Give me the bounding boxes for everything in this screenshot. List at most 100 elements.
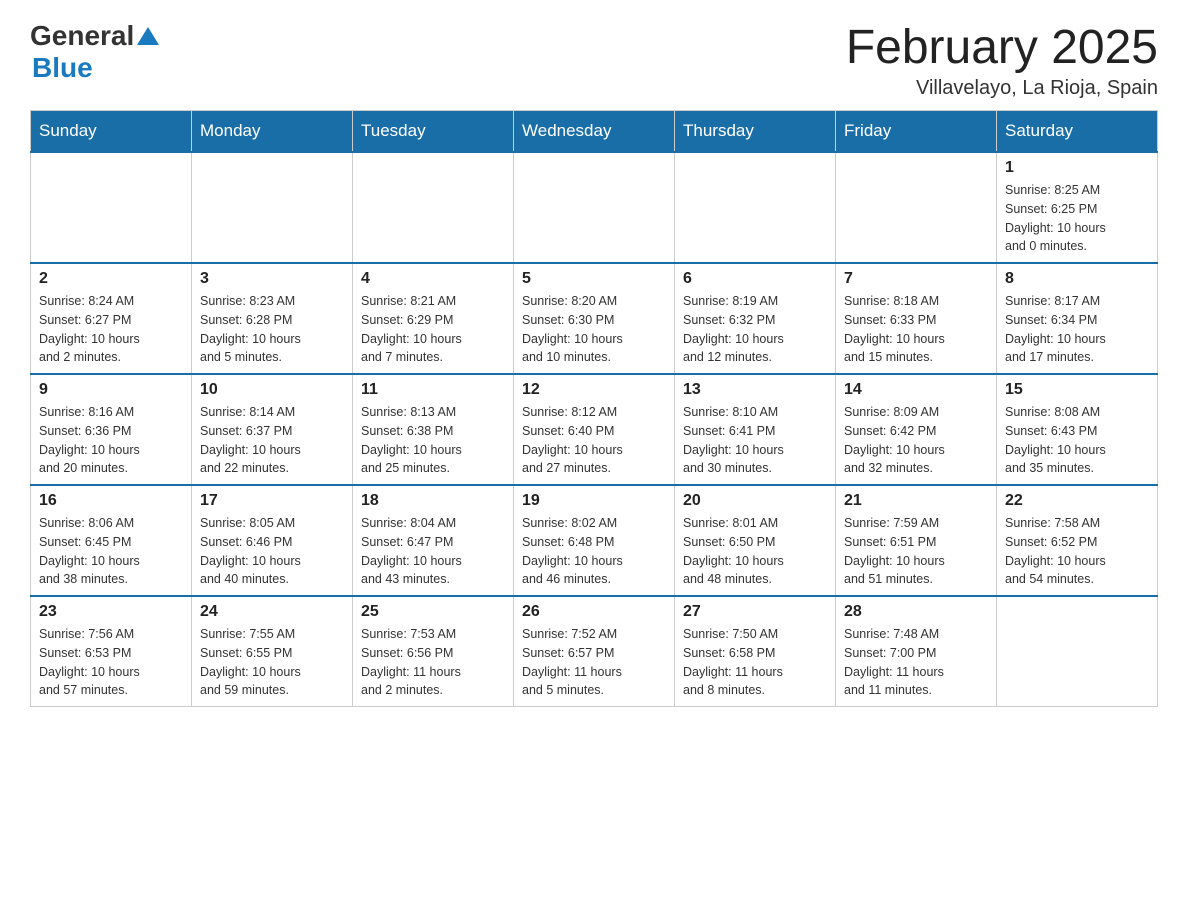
calendar-cell: 13 Sunrise: 8:10 AMSunset: 6:41 PMDayligh… xyxy=(675,374,836,485)
day-info: Sunrise: 7:50 AMSunset: 6:58 PMDaylight:… xyxy=(683,625,827,700)
day-info: Sunrise: 8:10 AMSunset: 6:41 PMDaylight:… xyxy=(683,403,827,478)
day-number: 20 xyxy=(683,492,827,510)
calendar-table: SundayMondayTuesdayWednesdayThursdayFrid… xyxy=(30,110,1158,707)
day-info: Sunrise: 8:12 AMSunset: 6:40 PMDaylight:… xyxy=(522,403,666,478)
calendar-header-row: SundayMondayTuesdayWednesdayThursdayFrid… xyxy=(31,111,1158,153)
calendar-cell: 11 Sunrise: 8:13 AMSunset: 6:38 PMDayligh… xyxy=(353,374,514,485)
calendar-week-4: 16Sunrise: 8:06 AMSunset: 6:45 PMDayligh… xyxy=(31,485,1158,596)
calendar-cell: 17 Sunrise: 8:05 AMSunset: 6:46 PMDayligh… xyxy=(192,485,353,596)
calendar-cell: 6 Sunrise: 8:19 AMSunset: 6:32 PMDaylight… xyxy=(675,263,836,374)
day-number: 6 xyxy=(683,270,827,288)
calendar-cell xyxy=(997,596,1158,707)
calendar-cell: 12Sunrise: 8:12 AMSunset: 6:40 PMDayligh… xyxy=(514,374,675,485)
logo-general-text: General xyxy=(30,20,134,52)
day-info: Sunrise: 8:16 AMSunset: 6:36 PMDaylight:… xyxy=(39,403,183,478)
day-info: Sunrise: 7:53 AMSunset: 6:56 PMDaylight:… xyxy=(361,625,505,700)
day-number: 23 xyxy=(39,603,183,621)
calendar-cell xyxy=(675,152,836,263)
weekday-header-tuesday: Tuesday xyxy=(353,111,514,153)
day-number: 2 xyxy=(39,270,183,288)
weekday-header-friday: Friday xyxy=(836,111,997,153)
day-info: Sunrise: 8:21 AMSunset: 6:29 PMDaylight:… xyxy=(361,292,505,367)
calendar-week-3: 9 Sunrise: 8:16 AMSunset: 6:36 PMDaylight… xyxy=(31,374,1158,485)
weekday-header-saturday: Saturday xyxy=(997,111,1158,153)
weekday-header-thursday: Thursday xyxy=(675,111,836,153)
day-info: Sunrise: 8:04 AMSunset: 6:47 PMDaylight:… xyxy=(361,514,505,589)
day-number: 19 xyxy=(522,492,666,510)
calendar-cell: 21Sunrise: 7:59 AMSunset: 6:51 PMDayligh… xyxy=(836,485,997,596)
calendar-cell: 18 Sunrise: 8:04 AMSunset: 6:47 PMDayligh… xyxy=(353,485,514,596)
calendar-cell: 8 Sunrise: 8:17 AMSunset: 6:34 PMDaylight… xyxy=(997,263,1158,374)
day-number: 1 xyxy=(1005,159,1149,177)
month-title: February 2025 xyxy=(846,20,1158,75)
title-block: February 2025 Villavelayo, La Rioja, Spa… xyxy=(846,20,1158,100)
day-number: 8 xyxy=(1005,270,1149,288)
day-number: 24 xyxy=(200,603,344,621)
day-info: Sunrise: 8:09 AMSunset: 6:42 PMDaylight:… xyxy=(844,403,988,478)
day-number: 5 xyxy=(522,270,666,288)
calendar-cell: 15 Sunrise: 8:08 AMSunset: 6:43 PMDayligh… xyxy=(997,374,1158,485)
day-info: Sunrise: 7:48 AMSunset: 7:00 PMDaylight:… xyxy=(844,625,988,700)
day-info: Sunrise: 7:55 AMSunset: 6:55 PMDaylight:… xyxy=(200,625,344,700)
calendar-cell: 25Sunrise: 7:53 AMSunset: 6:56 PMDayligh… xyxy=(353,596,514,707)
day-info: Sunrise: 8:08 AMSunset: 6:43 PMDaylight:… xyxy=(1005,403,1149,478)
calendar-cell xyxy=(836,152,997,263)
day-info: Sunrise: 8:01 AMSunset: 6:50 PMDaylight:… xyxy=(683,514,827,589)
day-number: 13 xyxy=(683,381,827,399)
day-info: Sunrise: 8:24 AMSunset: 6:27 PMDaylight:… xyxy=(39,292,183,367)
day-info: Sunrise: 8:05 AMSunset: 6:46 PMDaylight:… xyxy=(200,514,344,589)
logo-blue-text: Blue xyxy=(32,52,93,84)
calendar-week-1: 1 Sunrise: 8:25 AMSunset: 6:25 PMDaylight… xyxy=(31,152,1158,263)
page-header: General Blue February 2025 Villavelayo, … xyxy=(30,20,1158,100)
day-info: Sunrise: 7:56 AMSunset: 6:53 PMDaylight:… xyxy=(39,625,183,700)
weekday-header-wednesday: Wednesday xyxy=(514,111,675,153)
day-number: 9 xyxy=(39,381,183,399)
calendar-cell: 22Sunrise: 7:58 AMSunset: 6:52 PMDayligh… xyxy=(997,485,1158,596)
calendar-cell: 9 Sunrise: 8:16 AMSunset: 6:36 PMDaylight… xyxy=(31,374,192,485)
day-info: Sunrise: 8:02 AMSunset: 6:48 PMDaylight:… xyxy=(522,514,666,589)
day-number: 27 xyxy=(683,603,827,621)
calendar-cell: 5 Sunrise: 8:20 AMSunset: 6:30 PMDaylight… xyxy=(514,263,675,374)
logo: General Blue xyxy=(30,20,159,84)
logo-triangle-icon xyxy=(137,27,159,45)
day-info: Sunrise: 8:19 AMSunset: 6:32 PMDaylight:… xyxy=(683,292,827,367)
calendar-cell xyxy=(353,152,514,263)
calendar-cell: 3 Sunrise: 8:23 AMSunset: 6:28 PMDaylight… xyxy=(192,263,353,374)
day-info: Sunrise: 8:17 AMSunset: 6:34 PMDaylight:… xyxy=(1005,292,1149,367)
calendar-cell: 28 Sunrise: 7:48 AMSunset: 7:00 PMDayligh… xyxy=(836,596,997,707)
calendar-cell: 7Sunrise: 8:18 AMSunset: 6:33 PMDaylight… xyxy=(836,263,997,374)
day-number: 22 xyxy=(1005,492,1149,510)
calendar-cell: 19 Sunrise: 8:02 AMSunset: 6:48 PMDayligh… xyxy=(514,485,675,596)
location-subtitle: Villavelayo, La Rioja, Spain xyxy=(846,77,1158,100)
day-info: Sunrise: 8:25 AMSunset: 6:25 PMDaylight:… xyxy=(1005,181,1149,256)
calendar-cell: 24 Sunrise: 7:55 AMSunset: 6:55 PMDayligh… xyxy=(192,596,353,707)
day-info: Sunrise: 8:20 AMSunset: 6:30 PMDaylight:… xyxy=(522,292,666,367)
weekday-header-sunday: Sunday xyxy=(31,111,192,153)
calendar-cell: 20 Sunrise: 8:01 AMSunset: 6:50 PMDayligh… xyxy=(675,485,836,596)
day-number: 10 xyxy=(200,381,344,399)
calendar-cell: 14 Sunrise: 8:09 AMSunset: 6:42 PMDayligh… xyxy=(836,374,997,485)
calendar-week-5: 23 Sunrise: 7:56 AMSunset: 6:53 PMDayligh… xyxy=(31,596,1158,707)
day-number: 15 xyxy=(1005,381,1149,399)
day-number: 3 xyxy=(200,270,344,288)
day-info: Sunrise: 7:52 AMSunset: 6:57 PMDaylight:… xyxy=(522,625,666,700)
calendar-cell xyxy=(31,152,192,263)
calendar-cell xyxy=(192,152,353,263)
calendar-cell xyxy=(514,152,675,263)
day-info: Sunrise: 8:18 AMSunset: 6:33 PMDaylight:… xyxy=(844,292,988,367)
day-number: 16 xyxy=(39,492,183,510)
weekday-header-monday: Monday xyxy=(192,111,353,153)
day-info: Sunrise: 8:13 AMSunset: 6:38 PMDaylight:… xyxy=(361,403,505,478)
day-number: 28 xyxy=(844,603,988,621)
day-info: Sunrise: 7:59 AMSunset: 6:51 PMDaylight:… xyxy=(844,514,988,589)
day-number: 18 xyxy=(361,492,505,510)
calendar-cell: 2 Sunrise: 8:24 AMSunset: 6:27 PMDaylight… xyxy=(31,263,192,374)
day-number: 17 xyxy=(200,492,344,510)
day-number: 14 xyxy=(844,381,988,399)
day-number: 4 xyxy=(361,270,505,288)
calendar-week-2: 2 Sunrise: 8:24 AMSunset: 6:27 PMDaylight… xyxy=(31,263,1158,374)
day-info: Sunrise: 8:23 AMSunset: 6:28 PMDaylight:… xyxy=(200,292,344,367)
day-number: 26 xyxy=(522,603,666,621)
day-number: 11 xyxy=(361,381,505,399)
calendar-cell: 23 Sunrise: 7:56 AMSunset: 6:53 PMDayligh… xyxy=(31,596,192,707)
